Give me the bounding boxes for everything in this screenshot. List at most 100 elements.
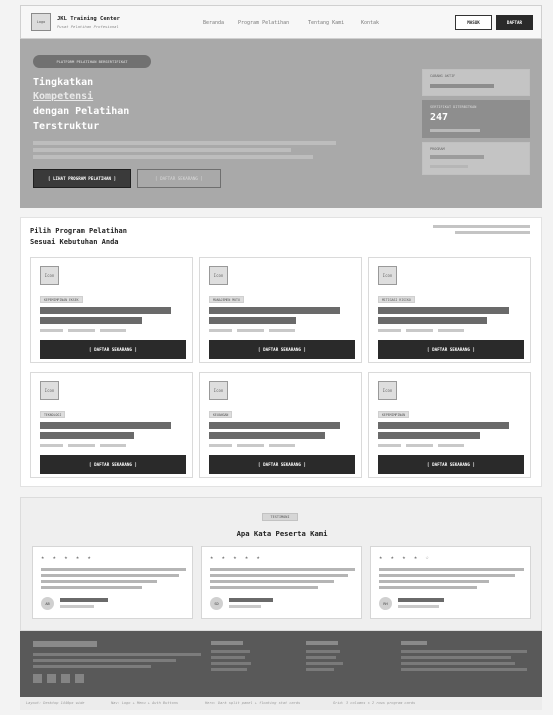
program-meta-placeholder — [209, 444, 232, 447]
rating-stars: ★ ★ ★ ★ ★ — [210, 555, 263, 561]
footer-link[interactable] — [211, 668, 247, 671]
program-category-tag: KEPEMIMPINAN — [378, 411, 410, 418]
programs-heading-line2: Sesuai Kebutuhan Anda — [30, 238, 119, 246]
hero-subtext-line — [33, 141, 336, 145]
hero-headline-3: dengan Pelatihan — [33, 106, 130, 117]
social-icon[interactable] — [33, 674, 42, 683]
testimonials-heading: Apa Kata Peserta Kami — [236, 529, 328, 538]
stat-value: 247 — [430, 112, 449, 123]
stat-card-certificates: SERTIFIKAT DITERBITKAN 247 — [422, 100, 530, 138]
hero-badge: PLATFORM PELATIHAN BERSERTIFIKAT — [33, 55, 151, 68]
footer-contact-line — [401, 668, 527, 671]
program-meta-placeholder — [209, 329, 232, 332]
footer-link[interactable] — [306, 656, 336, 659]
program-card[interactable]: Icon KEPEMIMPINAN EKSEK [ DAFTAR SEKARAN… — [30, 257, 193, 363]
nav-link-tentang[interactable]: Tentang Kami — [308, 20, 344, 26]
program-title-placeholder — [378, 422, 509, 429]
reviewer-role-placeholder — [229, 605, 261, 608]
quote-line — [41, 580, 157, 583]
footer-link[interactable] — [306, 662, 343, 665]
program-category-tag: MITIGASI RISIKO — [378, 296, 415, 303]
brand-tagline: Pusat Pelatihan Profesional — [57, 24, 119, 29]
stat-value-placeholder — [430, 155, 484, 159]
social-icon[interactable] — [75, 674, 84, 683]
footer-text-line — [33, 659, 176, 662]
stat-caption-placeholder — [430, 129, 480, 132]
footer-link[interactable] — [211, 656, 245, 659]
program-card[interactable]: Icon MITIGASI RISIKO [ DAFTAR SEKARANG ] — [368, 257, 531, 363]
stat-caption-placeholder — [430, 165, 468, 168]
hero-section: PLATFORM PELATIHAN BERSERTIFIKAT Tingkat… — [20, 39, 542, 208]
hero-headline-1: Tingkatkan — [33, 77, 94, 88]
brand-name: JKL Training Center — [57, 16, 120, 22]
testimonial-card: ★ ★ ★ ★ ★ SD — [201, 546, 362, 619]
program-title-placeholder — [378, 317, 487, 324]
login-button[interactable]: MASUK — [455, 15, 492, 30]
testimonials-badge: TESTIMONI — [262, 513, 298, 521]
reviewer-name-placeholder — [398, 598, 444, 602]
nav-link-beranda[interactable]: Beranda — [203, 20, 224, 26]
program-meta-placeholder — [406, 329, 433, 332]
programs-heading: Pilih Program Pelatihan Sesuai Kebutuhan… — [30, 226, 127, 248]
avatar: AB — [41, 597, 54, 610]
quote-line — [210, 586, 318, 589]
program-register-button[interactable]: [ DAFTAR SEKARANG ] — [209, 455, 355, 474]
testimonial-card: ★ ★ ★ ★ ☆ RH — [370, 546, 531, 619]
stat-label: SERTIFIKAT DITERBITKAN — [430, 105, 477, 109]
footer-text-line — [33, 653, 201, 656]
program-meta-placeholder — [269, 444, 295, 447]
program-meta-placeholder — [100, 329, 126, 332]
program-category-tag: KEUANGAN — [209, 411, 233, 418]
program-register-button[interactable]: [ DAFTAR SEKARANG ] — [378, 340, 524, 359]
footer-link[interactable] — [306, 650, 340, 653]
footer-contact-line — [401, 662, 515, 665]
program-meta-placeholder — [269, 329, 295, 332]
program-card[interactable]: Icon TEKNOLOGI [ DAFTAR SEKARANG ] — [30, 372, 193, 478]
program-meta-placeholder — [438, 444, 464, 447]
program-register-button[interactable]: [ DAFTAR SEKARANG ] — [40, 455, 186, 474]
hero-headline-highlight: Kompetensi — [33, 91, 93, 103]
stat-card-branches: CABANG AKTIF — [422, 69, 530, 96]
footer-column-heading — [306, 641, 338, 645]
program-meta-placeholder — [68, 444, 95, 447]
program-icon: Icon — [378, 381, 397, 400]
hero-highlight-word: Kompetensi — [33, 91, 94, 102]
stat-value-placeholder — [430, 84, 494, 88]
nav-link-program[interactable]: Program Pelatihan — [238, 20, 289, 26]
program-register-button[interactable]: [ DAFTAR SEKARANG ] — [40, 340, 186, 359]
logo-placeholder[interactable]: Logo — [31, 13, 51, 31]
social-icon[interactable] — [47, 674, 56, 683]
program-icon: Icon — [40, 266, 59, 285]
program-register-button[interactable]: [ DAFTAR SEKARANG ] — [209, 340, 355, 359]
program-icon: Icon — [209, 381, 228, 400]
quote-line — [41, 586, 142, 589]
reviewer-role-placeholder — [398, 605, 439, 608]
social-icon[interactable] — [61, 674, 70, 683]
avatar: SD — [210, 597, 223, 610]
programs-filter-placeholder — [455, 231, 530, 234]
program-category-tag: MANAJEMEN MUTU — [209, 296, 244, 303]
program-title-placeholder — [40, 422, 171, 429]
rating-stars: ★ ★ ★ ★ ☆ — [379, 555, 432, 561]
program-icon: Icon — [40, 381, 59, 400]
footer-link[interactable] — [211, 650, 250, 653]
footer-link[interactable] — [211, 662, 251, 665]
footer-column-heading — [401, 641, 427, 645]
program-card[interactable]: Icon MANAJEMEN MUTU [ DAFTAR SEKARANG ] — [199, 257, 362, 363]
footer-column-heading — [211, 641, 243, 645]
footer-link[interactable] — [306, 668, 334, 671]
program-register-button[interactable]: [ DAFTAR SEKARANG ] — [378, 455, 524, 474]
annotation-layout: Layout: Desktop 1440px wide — [26, 701, 85, 705]
annotation-hero: Hero: Dark split panel + floating stat c… — [205, 701, 301, 705]
register-button[interactable]: DAFTAR — [496, 15, 533, 30]
program-title-placeholder — [378, 432, 480, 439]
programs-section: Pilih Program Pelatihan Sesuai Kebutuhan… — [20, 217, 542, 487]
program-meta-placeholder — [406, 444, 433, 447]
quote-line — [379, 580, 489, 583]
register-now-button[interactable]: [ DAFTAR SEKARANG ] — [137, 169, 221, 188]
nav-link-kontak[interactable]: Kontak — [361, 20, 379, 26]
program-card[interactable]: Icon KEUANGAN [ DAFTAR SEKARANG ] — [199, 372, 362, 478]
view-programs-button[interactable]: [ LIHAT PROGRAM PELATIHAN ] — [33, 169, 131, 188]
program-card[interactable]: Icon KEPEMIMPINAN [ DAFTAR SEKARANG ] — [368, 372, 531, 478]
quote-line — [210, 568, 355, 571]
